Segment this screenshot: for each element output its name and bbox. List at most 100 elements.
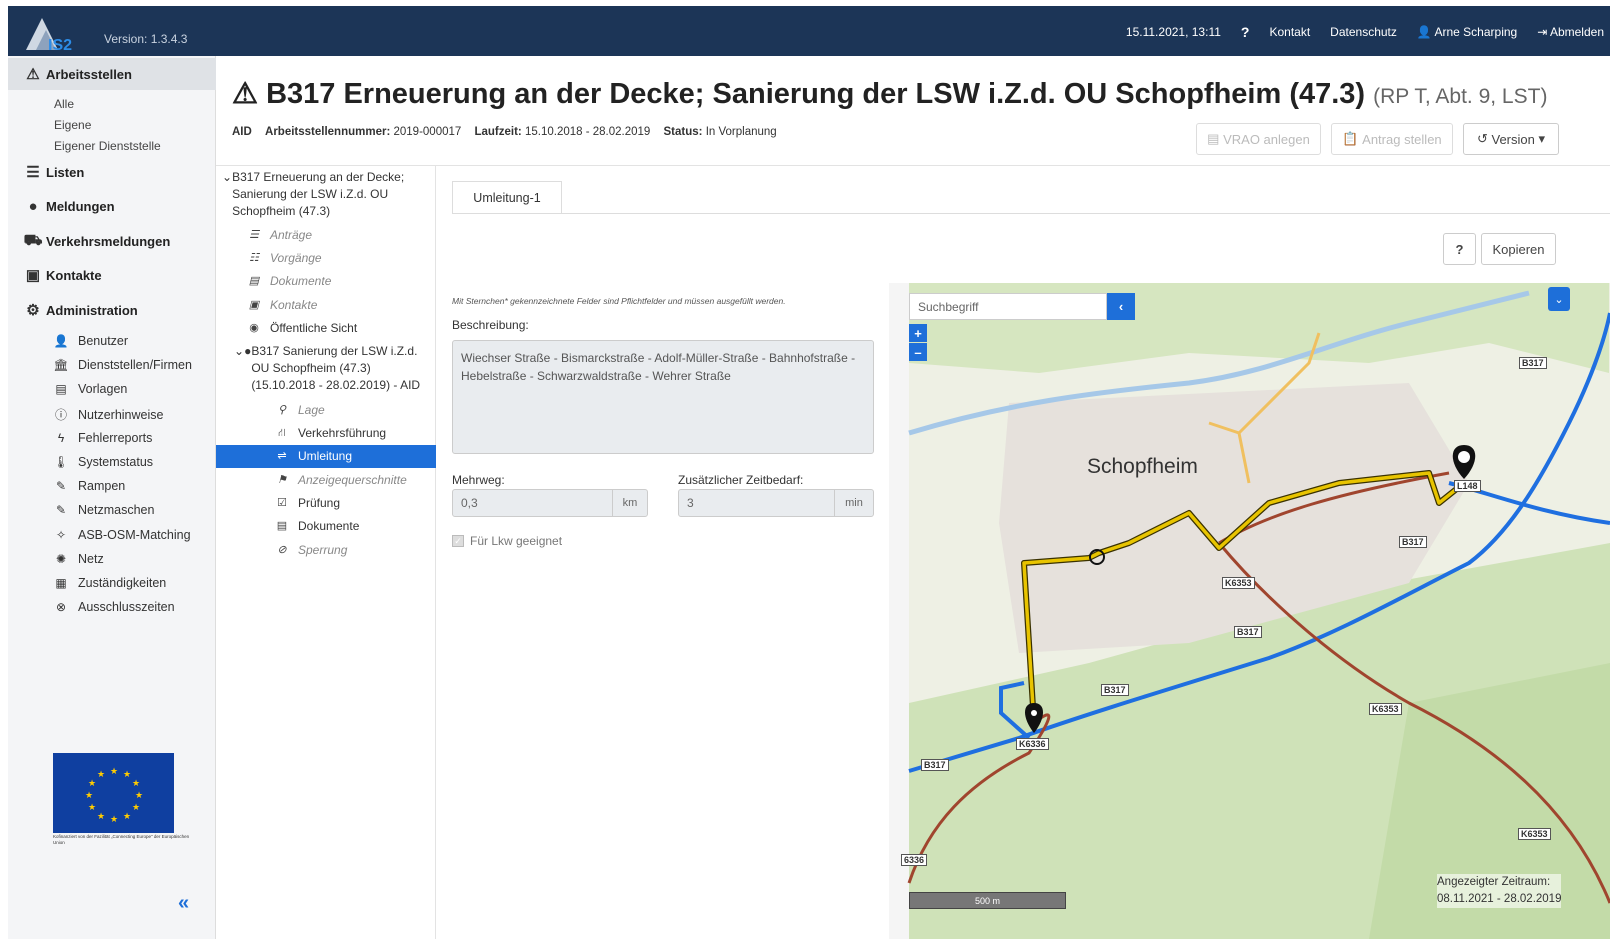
mehrweg-input[interactable]: 0,3 [452, 489, 613, 517]
user-name: Arne Scharping [1434, 25, 1518, 39]
sidebar-item-kontakte[interactable]: ▣ Kontakte [8, 259, 216, 291]
eu-flag-logo: ★ ★ ★ ★ ★ ★ ★ ★ ★ ★ ★ ★ [53, 753, 174, 833]
check-square-icon: ☑ [277, 497, 287, 509]
tree-item-oeffentliche-sicht[interactable]: ◉ Öffentliche Sicht [246, 320, 357, 337]
mehrweg-label: Mehrweg: [452, 473, 505, 487]
top-navbar: IS2 Version: 1.3.4.3 15.11.2021, 13:11 ?… [8, 6, 1610, 56]
tree-item-label: Dokumente [298, 519, 360, 533]
sidebar-item-verkehrsmeldungen[interactable]: ⛟ Verkehrsmeldungen [8, 225, 216, 257]
road-label: B317 [1101, 684, 1129, 696]
tree-item-lage[interactable]: ⚲ Lage [274, 402, 325, 419]
svg-text:★: ★ [97, 812, 105, 822]
admin-item-label: Systemstatus [78, 455, 154, 469]
road-label: K6353 [1369, 703, 1402, 715]
sidebar-sub-eigener-dienststelle[interactable]: Eigener Dienststelle [54, 139, 161, 153]
sidebar-sub-alle[interactable]: Alle [54, 97, 74, 111]
eu-caption: Kofinanziert von der Fazilität „Connecti… [53, 834, 190, 845]
tab-umleitung-1[interactable]: Umleitung-1 [452, 181, 562, 214]
map-search-input[interactable]: Suchbegriff [909, 293, 1107, 320]
warning-icon: ⚠ [232, 78, 258, 110]
tree-root[interactable]: ⌄ B317 Erneuerung an der Decke; Sanierun… [222, 169, 427, 220]
admin-item-netzmaschen[interactable]: ✎ Netzmaschen [52, 503, 154, 517]
tree-item-dokumente[interactable]: ▤ Dokumente [246, 273, 332, 290]
tree-item-anzeigequerschnitte[interactable]: ⚑ Anzeigequerschnitte [274, 472, 407, 489]
version-dropdown[interactable]: ↺ Version ▾ [1463, 123, 1559, 155]
tree-item-sperrung[interactable]: ⊘ Sperrung [274, 542, 347, 559]
chevron-left-icon: ‹ [1118, 299, 1124, 314]
admin-item-asb-osm-matching[interactable]: ✧ ASB-OSM-Matching [52, 528, 191, 542]
map-period-value: 08.11.2021 - 28.02.2019 [1437, 893, 1562, 905]
page-meta: AID Arbeitsstellennummer: 2019-000017 La… [232, 126, 777, 138]
road-label: B317 [1399, 536, 1427, 548]
mehrweg-unit: km [612, 489, 648, 517]
admin-item-zustaendigkeiten[interactable]: ▦ Zuständigkeiten [52, 576, 166, 590]
help-button[interactable]: ? [1443, 233, 1476, 265]
admin-item-dienststellen[interactable]: 🏛 Dienststellen/Firmen [52, 358, 192, 372]
admin-item-rampen[interactable]: ✎ Rampen [52, 479, 125, 493]
contact-link[interactable]: Kontakt [1269, 25, 1310, 39]
road-label: B317 [1234, 626, 1262, 638]
aid-label: AID [232, 126, 252, 138]
tree-item-verkehrsfuehrung[interactable]: ⛙ Verkehrsführung [274, 425, 386, 442]
description-label: Beschreibung: [452, 318, 529, 332]
copy-button[interactable]: Kopieren [1481, 233, 1556, 265]
tree-item-label: Sperrung [298, 543, 348, 557]
privacy-link[interactable]: Datenschutz [1330, 25, 1397, 39]
sidebar-sub-eigene[interactable]: Eigene [54, 118, 91, 132]
zoom-in-button[interactable]: + [909, 324, 927, 342]
map-search-collapse-button[interactable]: ‹ [1107, 293, 1135, 320]
admin-item-label: Netzmaschen [78, 503, 155, 517]
svg-text:★: ★ [110, 767, 118, 777]
sidebar-item-meldungen[interactable]: ● Meldungen [8, 190, 216, 222]
admin-item-benutzer[interactable]: 👤 Benutzer [52, 334, 129, 348]
tree-item-antraege[interactable]: ☰ Anträge [246, 227, 312, 244]
tree-item-vorgaenge[interactable]: ☷ Vorgänge [246, 250, 322, 267]
tree-item-umleitung[interactable]: ⇌ Umleitung [216, 445, 436, 468]
flag-icon: ⚑ [277, 474, 287, 486]
ban-icon: ⊘ [277, 544, 287, 556]
svg-text:★: ★ [88, 803, 96, 813]
svg-text:★: ★ [132, 779, 140, 789]
tree-child[interactable]: ⌄ ● B317 Sanierung der LSW i.Z.d. OU Sch… [234, 343, 432, 394]
id-card-icon: ▦ [55, 576, 67, 590]
sidebar-item-listen[interactable]: ☰ Listen [8, 156, 216, 188]
antrag-button[interactable]: 📋 Antrag stellen [1331, 123, 1453, 155]
sidebar-item-administration[interactable]: ⚙ Administration [8, 294, 216, 326]
zeit-input[interactable]: 3 [678, 489, 835, 517]
map-view[interactable]: ⌄ Suchbegriff ‹ + – Schopfheim B317 B317… [889, 283, 1610, 939]
map-period: Angezeigter Zeitraum: 08.11.2021 - 28.02… [1437, 874, 1562, 908]
tree-item-pruefung[interactable]: ☑ Prüfung [274, 495, 340, 512]
map-canvas [889, 283, 1610, 939]
page-title: ⚠ B317 Erneuerung an der Decke; Sanierun… [232, 76, 1547, 111]
admin-item-vorlagen[interactable]: ▤ Vorlagen [52, 382, 127, 396]
logout-link[interactable]: ⇥ Abmelden [1537, 25, 1604, 39]
sidebar-item-arbeitsstellen[interactable]: ⚠ Arbeitsstellen [8, 58, 216, 90]
user-icon: 👤 [1416, 25, 1432, 39]
admin-item-nutzerhinweise[interactable]: ⓘ Nutzerhinweise [52, 406, 163, 423]
admin-item-netz[interactable]: ✺ Netz [52, 552, 104, 566]
zoom-out-button[interactable]: – [909, 343, 927, 361]
required-hint: Mit Sternchen* gekennzeichnete Felder si… [452, 296, 786, 306]
admin-item-fehlerreports[interactable]: ϟ Fehlerreports [52, 431, 153, 445]
app-logo[interactable]: IS2 [22, 14, 82, 54]
tree-item-dokumente-2[interactable]: ▤ Dokumente [274, 518, 360, 535]
map-layers-toggle[interactable]: ⌄ [1548, 287, 1570, 311]
map-period-label: Angezeigter Zeitraum: [1437, 876, 1551, 888]
app-version: Version: 1.3.4.3 [104, 32, 188, 46]
sidebar-item-label: Administration [46, 302, 138, 318]
zeit-unit: min [834, 489, 874, 517]
tree-item-label: Lage [298, 403, 325, 417]
tree-item-kontakte[interactable]: ▣ Kontakte [246, 297, 318, 314]
collapse-sidebar-icon[interactable]: « [178, 892, 189, 915]
laufzeit-value: 15.10.2018 - 28.02.2019 [524, 126, 651, 138]
checkbox-check-icon: ✓ [452, 535, 464, 547]
description-field[interactable]: Wiechser Straße - Bismarckstraße - Adolf… [452, 340, 874, 454]
admin-item-systemstatus[interactable]: 🌡 Systemstatus [52, 455, 153, 469]
lkw-checkbox[interactable]: ✓ Für Lkw geeignet [452, 534, 562, 548]
vrao-button[interactable]: ▤ VRAO anlegen [1196, 123, 1321, 155]
help-link[interactable]: ? [1241, 24, 1250, 40]
user-link[interactable]: 👤 Arne Scharping [1417, 25, 1517, 39]
road-label: B317 [921, 759, 949, 771]
caret-down-icon: ▾ [1538, 131, 1546, 146]
admin-item-ausschlusszeiten[interactable]: ⊗ Ausschlusszeiten [52, 600, 175, 614]
